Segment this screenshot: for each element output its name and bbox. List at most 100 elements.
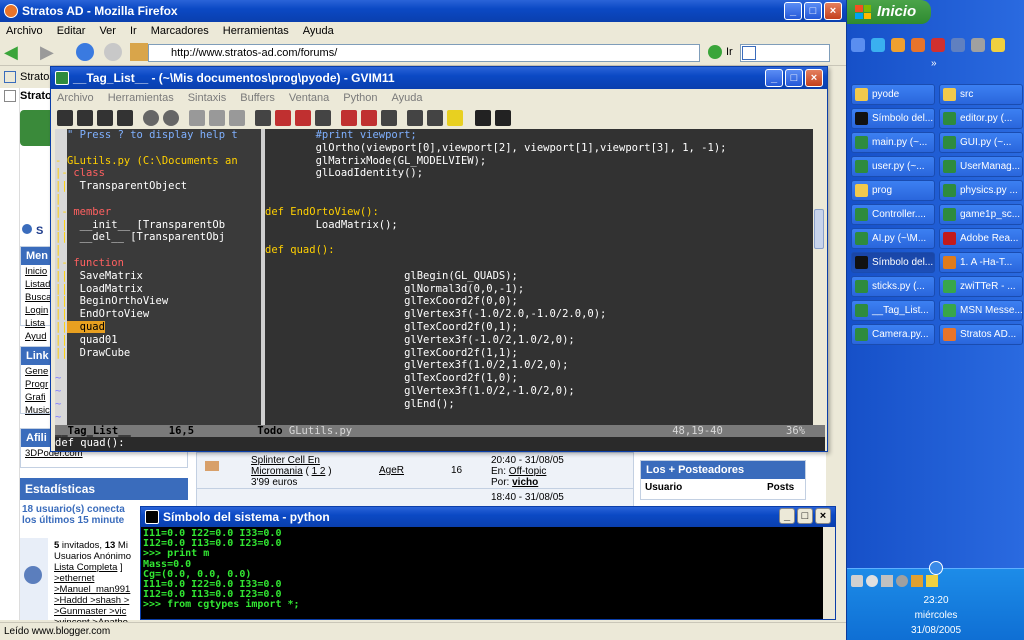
console-maximize-button[interactable]: □ bbox=[797, 508, 813, 524]
clock[interactable]: 23:20 miércoles 31/08/2005 bbox=[847, 593, 1024, 638]
taskbar-button[interactable]: __Tag_List... bbox=[851, 300, 935, 321]
code-line[interactable] bbox=[265, 257, 813, 270]
print-icon[interactable] bbox=[117, 110, 133, 126]
taglist-line[interactable]: ~ bbox=[55, 385, 261, 398]
code-line[interactable] bbox=[265, 193, 813, 206]
paste-icon[interactable] bbox=[229, 110, 245, 126]
taglist-line[interactable]: ~ bbox=[55, 398, 261, 411]
undo-icon[interactable] bbox=[143, 110, 159, 126]
find-prev-icon[interactable] bbox=[295, 110, 311, 126]
code-line[interactable]: #print viewport; bbox=[265, 129, 813, 142]
taskbar-button[interactable]: user.py (~... bbox=[851, 156, 935, 177]
topic-title[interactable]: Splinter Cell En Micromania ( 1 2 ) 3'99… bbox=[251, 455, 332, 488]
winamp-tray-icon[interactable] bbox=[911, 575, 923, 587]
home-icon[interactable] bbox=[130, 43, 148, 61]
menu-ver[interactable]: Ver bbox=[99, 25, 116, 37]
taskbar-button[interactable]: AI.py (~\M... bbox=[851, 228, 935, 249]
forward-arrow-icon[interactable]: ▶ bbox=[40, 43, 54, 61]
redo-icon[interactable] bbox=[163, 110, 179, 126]
make-icon[interactable] bbox=[407, 110, 423, 126]
taglist-line[interactable]: || SaveMatrix bbox=[55, 270, 261, 283]
go-icon[interactable] bbox=[708, 45, 722, 59]
help-icon[interactable] bbox=[475, 110, 491, 126]
ie-icon[interactable] bbox=[851, 38, 865, 52]
save-session-icon[interactable] bbox=[361, 110, 377, 126]
taglist-line[interactable] bbox=[67, 142, 261, 155]
topic-last-by[interactable]: vicho bbox=[512, 477, 538, 488]
save-all-icon[interactable] bbox=[97, 110, 113, 126]
gvim-menu-archivo[interactable]: Archivo bbox=[57, 92, 94, 104]
search-input[interactable] bbox=[740, 44, 830, 62]
taglist-line[interactable]: |- class bbox=[55, 167, 261, 180]
back-arrow-icon[interactable]: ◀ bbox=[4, 43, 18, 61]
taglist-line[interactable]: || TransparentObject bbox=[55, 180, 261, 193]
taskbar-button[interactable]: src bbox=[939, 84, 1023, 105]
taskbar-button[interactable]: pyode bbox=[851, 84, 935, 105]
code-line[interactable]: glBegin(GL_QUADS); bbox=[265, 270, 813, 283]
taglist-line[interactable]: | bbox=[55, 244, 261, 257]
gvim-menu-ayuda[interactable]: Ayuda bbox=[392, 92, 423, 104]
taglist-line[interactable]: " Press ? to display help t bbox=[67, 129, 261, 142]
taskbar-button[interactable]: Controller.... bbox=[851, 204, 935, 225]
taskbar-button[interactable]: GUI.py (~... bbox=[939, 132, 1023, 153]
code-line[interactable]: glTexCoord2f(0,1); bbox=[265, 321, 813, 334]
close-button[interactable]: × bbox=[824, 2, 842, 20]
code-line[interactable] bbox=[265, 180, 813, 193]
taskbar-button[interactable]: UserManag... bbox=[939, 156, 1023, 177]
expand-chevron-icon[interactable]: » bbox=[931, 58, 937, 69]
firefox-titlebar[interactable]: Stratos AD - Mozilla Firefox _ □ × bbox=[0, 0, 846, 22]
taglist-line[interactable]: || EndOrtoView bbox=[55, 308, 261, 321]
code-line[interactable]: glVertex3f(-1.0/2,1.0/2,0); bbox=[265, 334, 813, 347]
tab-stratos-2[interactable]: Strato bbox=[20, 90, 52, 102]
taskbar-button[interactable]: editor.py (... bbox=[939, 108, 1023, 129]
tags-icon[interactable] bbox=[447, 110, 463, 126]
code-line[interactable]: LoadMatrix(); bbox=[265, 219, 813, 232]
taglist-line[interactable]: |- function bbox=[55, 257, 261, 270]
taskbar-button[interactable]: Símbolo del... bbox=[851, 108, 935, 129]
start-button[interactable]: Inicio bbox=[847, 0, 931, 24]
topic-title-link[interactable]: Micromania bbox=[251, 466, 303, 477]
taglist-line[interactable]: || DrawCube bbox=[55, 347, 261, 360]
code-line[interactable]: glEnd(); bbox=[265, 398, 813, 411]
find-next-icon[interactable] bbox=[275, 110, 291, 126]
topic-author[interactable]: AgeR bbox=[379, 465, 404, 476]
tool-icon[interactable] bbox=[971, 38, 985, 52]
volume-icon[interactable] bbox=[881, 575, 893, 587]
taskbar-button[interactable]: game1p_sc... bbox=[939, 204, 1023, 225]
run-script-icon[interactable] bbox=[381, 110, 397, 126]
menu-editar[interactable]: Editar bbox=[57, 25, 86, 37]
network-icon[interactable] bbox=[851, 575, 863, 587]
tray-collapse-icon[interactable] bbox=[929, 561, 943, 575]
taglist-line[interactable] bbox=[67, 359, 261, 372]
code-line[interactable]: glLoadIdentity(); bbox=[265, 167, 813, 180]
stop-icon[interactable] bbox=[104, 43, 122, 61]
code-line[interactable]: glVertex3f(1.0/2,1.0/2,0); bbox=[265, 359, 813, 372]
outlook-icon[interactable] bbox=[871, 38, 885, 52]
cut-icon[interactable] bbox=[189, 110, 205, 126]
taglist-line[interactable]: ~ bbox=[55, 372, 261, 385]
sidebar-link-s[interactable]: S bbox=[22, 224, 43, 237]
taskbar-button[interactable]: Stratos AD... bbox=[939, 324, 1023, 345]
taglist-line[interactable]: || __del__ [TransparentObj bbox=[55, 231, 261, 244]
taskbar-button[interactable]: MSN Messe... bbox=[939, 300, 1023, 321]
code-scrollbar[interactable] bbox=[813, 129, 825, 425]
taglist-line[interactable]: - GLutils.py (C:\Documents an bbox=[55, 155, 261, 168]
topic-pages[interactable]: 1 2 bbox=[312, 466, 326, 477]
reload-icon[interactable] bbox=[76, 43, 94, 61]
vim-cmdline[interactable]: def quad(): bbox=[55, 437, 825, 451]
code-line[interactable]: glTexCoord2f(1,1); bbox=[265, 347, 813, 360]
save-icon[interactable] bbox=[77, 110, 93, 126]
firefox-quick-icon[interactable] bbox=[911, 38, 925, 52]
gvim-menu-ventana[interactable]: Ventana bbox=[289, 92, 329, 104]
code-pane[interactable]: #print viewport; glOrtho(viewport[0],vie… bbox=[265, 129, 813, 425]
gvim-titlebar[interactable]: __Tag_List__ - (~\Mis documentos\prog\py… bbox=[51, 67, 827, 89]
gvim-menu-buffers[interactable]: Buffers bbox=[240, 92, 275, 104]
menu-archivo[interactable]: Archivo bbox=[6, 25, 43, 37]
menu-ayuda[interactable]: Ayuda bbox=[303, 25, 334, 37]
taglist-line[interactable]: | bbox=[55, 193, 261, 206]
go-label[interactable]: Ir bbox=[726, 46, 733, 58]
code-line[interactable] bbox=[265, 231, 813, 244]
url-input[interactable]: http://www.stratos-ad.com/forums/ bbox=[148, 44, 700, 62]
taglist-line[interactable]: |- member bbox=[55, 206, 261, 219]
taglist-line[interactable]: || __init__ [TransparentOb bbox=[55, 219, 261, 232]
